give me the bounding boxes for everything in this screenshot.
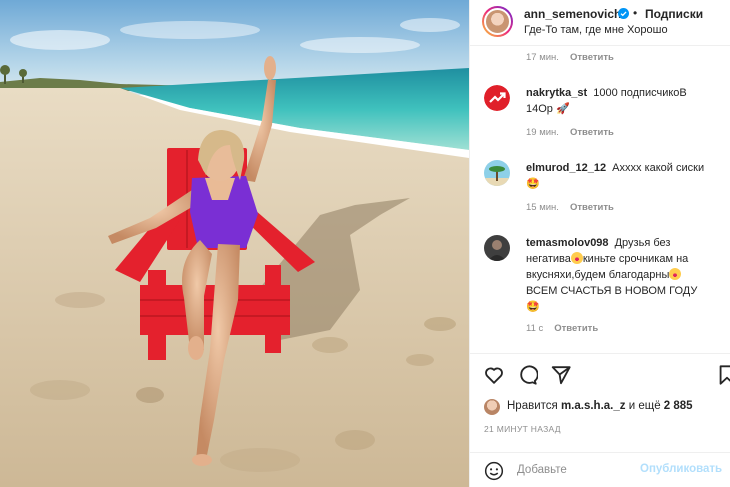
post-location[interactable]: Где-То там, где мне Хорошо [524, 24, 668, 36]
emoji-icon [570, 252, 583, 264]
liker-avatar [484, 399, 500, 415]
comments-list[interactable]: 17 мин. Ответить nakrytka_st 1000 подписч… [470, 47, 730, 353]
rocket-emoji: 🚀 [555, 103, 570, 115]
author-avatar[interactable] [482, 6, 513, 37]
person-avatar-image [484, 235, 510, 261]
heart-icon[interactable] [483, 364, 505, 386]
commenter-username[interactable]: nakrytka_st [526, 87, 587, 99]
commenter-avatar[interactable] [484, 160, 510, 186]
author-username[interactable]: ann_semenovich [524, 7, 621, 21]
emoji-icon[interactable] [484, 461, 504, 481]
post-photo[interactable] [0, 0, 469, 487]
comment-time: 15 мин. [526, 202, 559, 213]
comment-icon[interactable] [516, 364, 538, 386]
commenter-avatar[interactable] [484, 235, 510, 261]
comment-text: elmurod_12_12 Ахххх какой сиски 🤩 [526, 162, 705, 190]
comment-text: nakrytka_st 1000 подписчикоВ 14Ор 🚀 [526, 87, 687, 115]
likes-count[interactable]: 2 885 [664, 400, 693, 412]
publish-button[interactable]: Опубликовать [640, 463, 722, 475]
liker-username[interactable]: m.a.s.h.a._z [561, 400, 626, 412]
post-header: ann_semenovich • Подписки Где-То там, гд… [470, 0, 730, 46]
following-button[interactable]: Подписки [645, 7, 703, 21]
commenter-username[interactable]: elmurod_12_12 [526, 162, 606, 174]
reply-button[interactable]: Ответить [554, 323, 598, 334]
comment-meta: 15 мин. Ответить [526, 202, 614, 213]
emoji-icon [669, 268, 682, 280]
reply-button[interactable]: Ответить [570, 202, 614, 213]
comment-time: 19 мин. [526, 127, 559, 138]
comment-input[interactable]: Добавьте [517, 464, 567, 476]
bookmark-icon[interactable] [716, 364, 730, 386]
star-struck-emoji: 🤩 [526, 178, 540, 190]
comment-meta: 17 мин. Ответить [526, 52, 614, 63]
comment-time: 17 мин. [526, 52, 559, 63]
share-icon[interactable] [550, 364, 572, 386]
palm-avatar-image [484, 160, 510, 186]
beach-photo-illustration [0, 0, 469, 487]
comment-composer: Добавьте Опубликовать [470, 452, 730, 487]
reply-button[interactable]: Ответить [570, 52, 614, 63]
header-separator: • [633, 6, 638, 20]
star-struck-emoji: 🤩 [526, 301, 540, 313]
comment-text: temasmolov098 Друзья без негатива киньте … [526, 237, 698, 313]
verified-badge-icon [618, 8, 629, 19]
action-bar [470, 353, 730, 393]
comment-time: 11 с [526, 323, 544, 334]
comment-meta: 11 с Ответить [526, 323, 598, 334]
commenter-username[interactable]: temasmolov098 [526, 237, 609, 249]
commenter-avatar[interactable] [484, 85, 510, 111]
post-side-panel: ann_semenovich • Подписки Где-То там, гд… [469, 0, 730, 487]
reply-button[interactable]: Ответить [570, 127, 614, 138]
trend-icon [484, 85, 510, 111]
post-timestamp: 21 МИНУТ НАЗАД [484, 424, 561, 434]
comment-meta: 19 мин. Ответить [526, 127, 614, 138]
